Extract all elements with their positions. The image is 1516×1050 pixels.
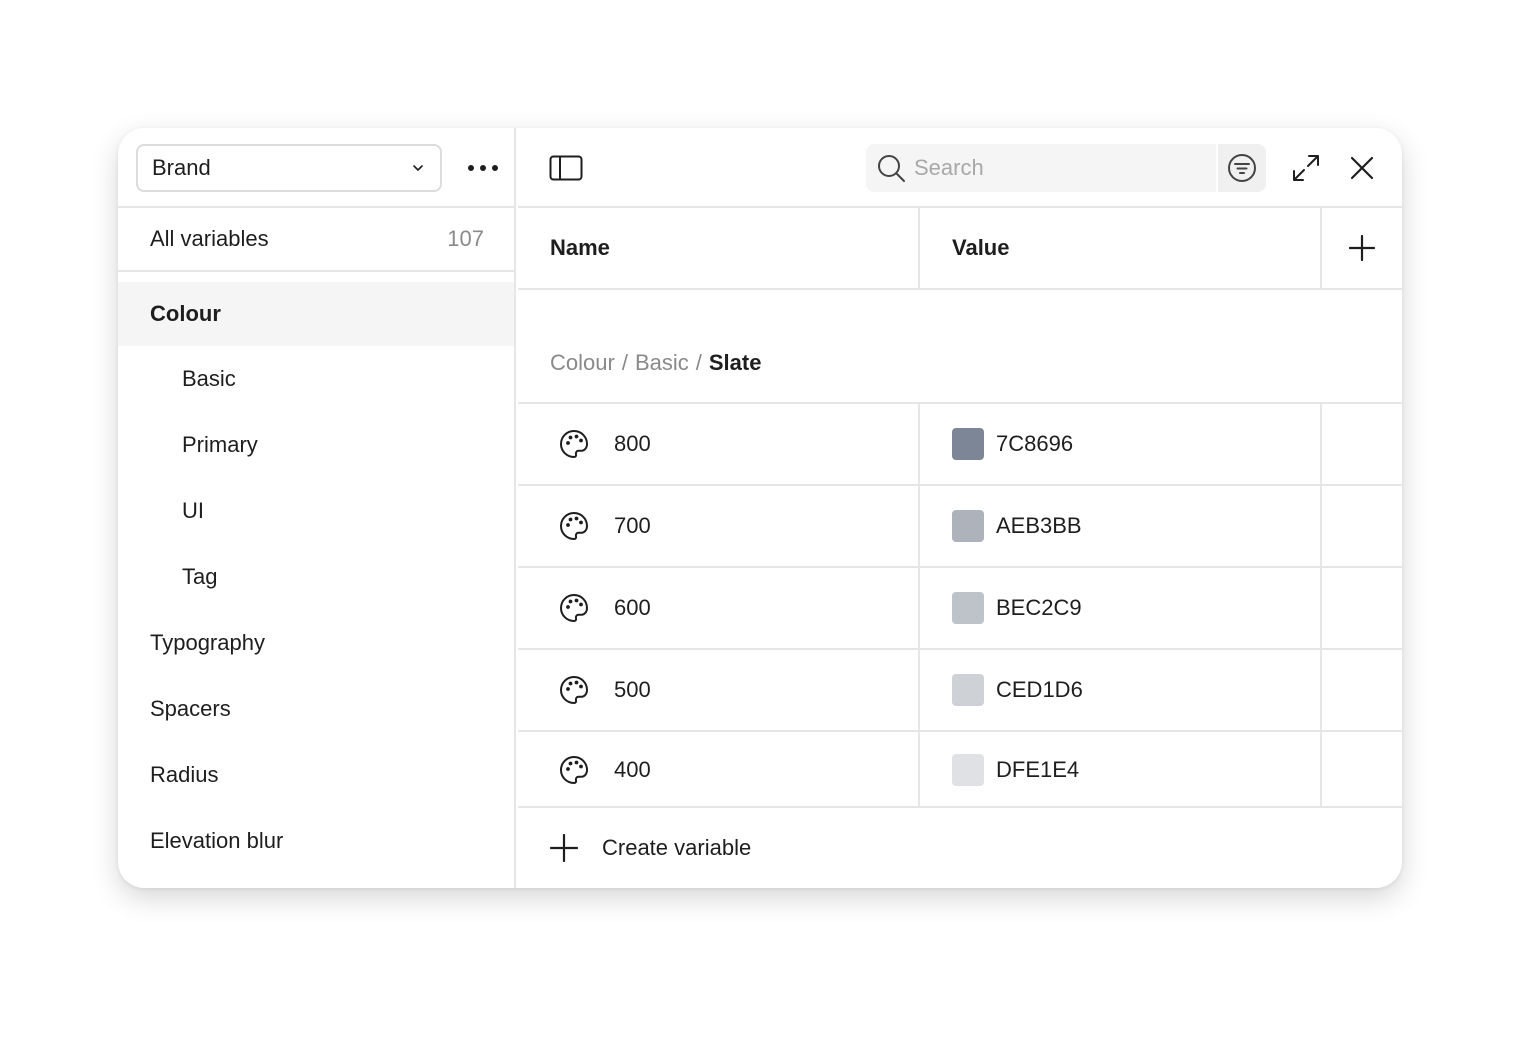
chevron-down-icon (413, 165, 423, 171)
expand-button[interactable] (1286, 150, 1326, 186)
table-row[interactable]: 500 CED1D6 (518, 650, 1402, 732)
breadcrumb-item[interactable]: Basic (635, 350, 689, 376)
sidebar-item-ui[interactable]: UI (118, 478, 514, 544)
plus-icon (550, 834, 578, 862)
value-cell[interactable]: 7C8696 (920, 404, 1320, 484)
name-cell: 700 (518, 486, 918, 566)
sidebar-item-label: Spacers (150, 696, 231, 721)
filter-icon (1228, 154, 1256, 182)
main-content: Name Value Colour / Basic / Slate (518, 128, 1402, 888)
breadcrumb-current: Slate (708, 350, 762, 375)
sidebar-item-elevation-blur[interactable]: Elevation blur (118, 808, 514, 874)
more-options-button[interactable] (462, 148, 504, 188)
column-divider (1320, 404, 1322, 484)
toolbar (518, 128, 1402, 208)
palette-icon (558, 592, 590, 624)
more-horizontal-icon (468, 165, 498, 171)
breadcrumb-separator: / (621, 350, 628, 375)
variable-value: BEC2C9 (996, 595, 1082, 620)
table-row[interactable]: 800 7C8696 (518, 404, 1402, 486)
table-row[interactable]: 600 BEC2C9 (518, 568, 1402, 650)
group-list: Colour Basic Primary UI Tag Typography S… (118, 282, 514, 874)
table-row[interactable]: 700 AEB3BB (518, 486, 1402, 568)
column-divider (1320, 732, 1322, 808)
all-variables-label: All variables (150, 226, 269, 251)
close-button[interactable] (1344, 150, 1380, 186)
value-cell[interactable]: BEC2C9 (920, 568, 1320, 648)
sidebar-header: Brand (118, 128, 516, 208)
name-cell: 800 (518, 404, 918, 484)
create-variable-label: Create variable (602, 835, 752, 860)
sidebar-item-label: Tag (182, 564, 218, 589)
all-variables-item[interactable]: All variables 107 (118, 208, 516, 272)
sidebar-item-primary[interactable]: Primary (118, 412, 514, 478)
variables-panel: Brand All variables 107 Colour Basic Pri… (118, 128, 1402, 888)
variable-name: 700 (614, 513, 651, 538)
variable-value: AEB3BB (996, 513, 1082, 538)
value-cell[interactable]: DFE1E4 (920, 732, 1320, 808)
add-mode-button[interactable] (1322, 208, 1402, 288)
column-divider (1320, 486, 1322, 566)
sidebar-item-label: Basic (182, 366, 236, 391)
column-divider (1320, 568, 1322, 648)
column-header-name: Name (550, 235, 610, 260)
table-row[interactable]: 400 DFE1E4 (518, 732, 1402, 808)
color-swatch[interactable] (952, 428, 984, 460)
filter-button[interactable] (1218, 144, 1266, 192)
variable-value: 7C8696 (996, 431, 1074, 456)
variable-value: CED1D6 (996, 677, 1083, 702)
table-header: Name Value (518, 208, 1402, 290)
sidebar-item-label: Radius (150, 762, 219, 787)
expand-icon (1293, 155, 1319, 181)
column-divider (918, 208, 920, 288)
sidebar-item-spacers[interactable]: Spacers (118, 676, 514, 742)
close-icon (1350, 156, 1374, 180)
sidebar-item-label: Elevation blur (150, 828, 284, 853)
value-cell[interactable]: CED1D6 (920, 650, 1320, 730)
palette-icon (558, 428, 590, 460)
variable-name: 400 (614, 757, 651, 782)
variable-name: 800 (614, 431, 651, 456)
sidebar-item-tag[interactable]: Tag (118, 544, 514, 610)
color-swatch[interactable] (952, 592, 984, 624)
search-box (866, 144, 1216, 192)
sidebar: Brand All variables 107 Colour Basic Pri… (118, 128, 516, 888)
name-cell: 600 (518, 568, 918, 648)
value-cell[interactable]: AEB3BB (920, 486, 1320, 566)
color-swatch[interactable] (952, 674, 984, 706)
sidebar-item-label: Primary (182, 432, 258, 457)
sidebar-toggle-icon (549, 155, 583, 181)
column-header-value: Value (952, 235, 1010, 260)
color-swatch[interactable] (952, 510, 984, 542)
color-swatch[interactable] (952, 754, 984, 786)
breadcrumb-item[interactable]: Colour (550, 350, 615, 376)
sidebar-item-typography[interactable]: Typography (118, 610, 514, 676)
variable-value: DFE1E4 (996, 757, 1080, 782)
name-cell: 500 (518, 650, 918, 730)
create-variable-button[interactable]: Create variable (518, 808, 1402, 888)
all-variables-count: 107 (447, 226, 484, 251)
sidebar-item-basic[interactable]: Basic (118, 346, 514, 412)
name-cell: 400 (518, 732, 918, 808)
sidebar-item-label: UI (182, 498, 204, 523)
sidebar-item-label: Typography (150, 630, 265, 655)
palette-icon (558, 510, 590, 542)
palette-icon (558, 754, 590, 786)
collection-select[interactable]: Brand (136, 144, 442, 192)
palette-icon (558, 674, 590, 706)
variable-name: 500 (614, 677, 651, 702)
sidebar-item-colour[interactable]: Colour (118, 282, 514, 346)
collection-select-value: Brand (152, 155, 211, 180)
toggle-sidebar-button[interactable] (548, 152, 584, 184)
variable-name: 600 (614, 595, 651, 620)
search-icon (876, 153, 906, 183)
sidebar-item-radius[interactable]: Radius (118, 742, 514, 808)
sidebar-item-label: Colour (150, 301, 221, 326)
column-divider (1320, 650, 1322, 730)
search-input[interactable] (914, 155, 1194, 181)
breadcrumb-separator: / (695, 350, 702, 375)
variable-list: 800 7C8696 700 AEB3BB 600 BEC2C9 500 CED… (518, 404, 1402, 808)
breadcrumb: Colour / Basic / Slate (550, 348, 761, 378)
plus-icon (1349, 235, 1375, 261)
